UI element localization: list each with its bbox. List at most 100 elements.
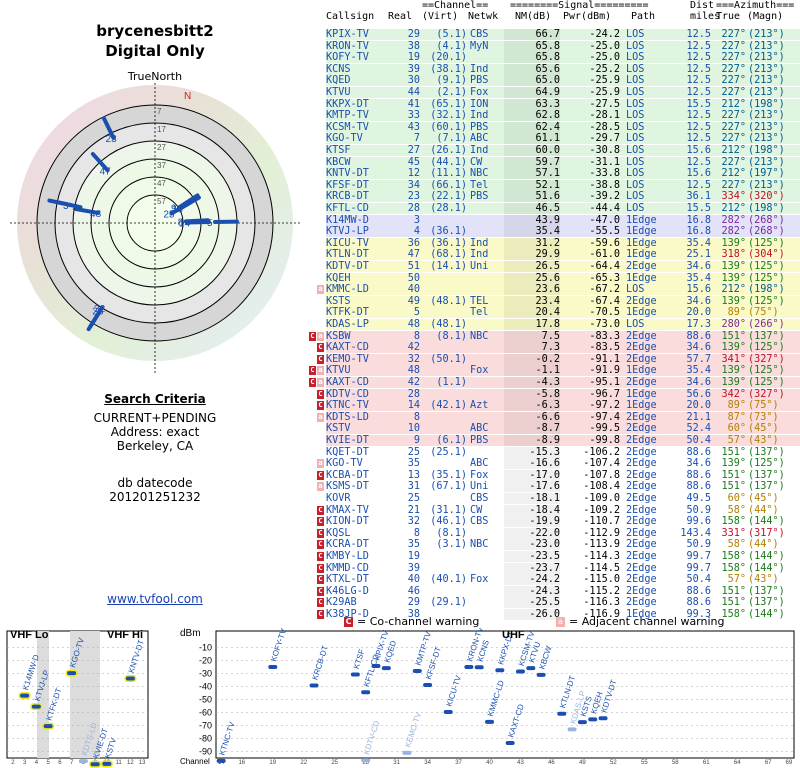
cell-path: LOS [626, 87, 645, 98]
table-row[interactable]: KDAS-LP 48 (48.1) 17.8 -73.0 LOS 17.3 280° (266°… [326, 319, 800, 330]
signal-point [505, 741, 515, 746]
table-row[interactable]: KCSM-TV 43 (60.1) PBS 62.4 -28.5 LOS 12.5 227° (2… [326, 121, 800, 133]
table-row[interactable]: KFSF-DT 34 (66.1) Tel 52.1 -38.8 LOS 12.5 227° (2… [326, 179, 800, 191]
cell-netwk: PBS [470, 121, 489, 133]
cell-callsign: K29AB [326, 597, 357, 609]
table-row[interactable]: KMAX-TV 21 (31.1) CW -18.4 -109.2 2Edge 50.9 58°… [326, 504, 800, 516]
table-row[interactable]: KVIE-DT 9 (6.1) PBS -8.9 -99.8 2Edge 50.4 57° (43… [326, 435, 800, 446]
cell-real: 9 [413, 435, 420, 446]
cell-nm: 65.8 [535, 40, 560, 52]
cell-real: 35 [407, 539, 420, 551]
table-row[interactable]: KTVU 44 (2.1) Fox 64.9 -25.9 LOS 12.5 227° (213°) [326, 87, 800, 98]
adjacent-warning-badge: a [317, 412, 324, 422]
table-row[interactable]: KRON-TV 38 (4.1) MyN 65.8 -25.0 LOS 12.5 227° (21… [326, 40, 800, 52]
cell-path: 2Edge [626, 527, 657, 539]
cell-callsign: KQED [326, 75, 351, 87]
table-row[interactable]: KKPX-DT 41 (65.1) ION 63.3 -27.5 LOS 15.5 212° (1… [326, 98, 800, 110]
table-row[interactable]: KION-DT 32 (46.1) CBS -19.9 -110.7 2Edge 99.6 15… [326, 516, 800, 528]
table-row[interactable]: KDTV-DT 51 (14.1) Uni 26.5 -64.4 2Edge 34.6 139°… [326, 261, 800, 272]
table-row[interactable]: KTFK-DT 5 Tel 20.4 -70.5 1Edge 20.0 89° (75°) [326, 307, 800, 319]
table-row[interactable]: KQET-DT 25 (25.1) -15.3 -106.2 2Edge 88.6 151°(… [326, 446, 800, 458]
signal-point [588, 717, 598, 722]
table-row[interactable]: KRCB-DT 23 (22.1) PBS 51.6 -39.2 LOS 36.1 334° (3… [326, 191, 800, 203]
table-row[interactable]: KAXT-CD 42 7.3 -83.5 2Edge 34.6 139° (125°) [326, 342, 800, 354]
table-row[interactable]: KPIX-TV 29 (5.1) CBS 66.7 -24.2 LOS 12.5 227° (21… [326, 29, 800, 40]
cell-true: 57° [727, 435, 746, 446]
table-row[interactable]: K14MW-D 3 43.9 -47.0 1Edge 16.8 282° (268°) [326, 214, 800, 226]
table-row[interactable]: KSMS-DT 31 (67.1) Uni -17.6 -108.4 2Edge 88.6 15… [326, 481, 800, 493]
cell-path: 2Edge [626, 493, 657, 504]
table-row[interactable]: KNTV-DT 12 (11.1) NBC 57.1 -33.8 LOS 15.6 212° (1… [326, 168, 800, 180]
cell-real: 5 [413, 307, 420, 319]
table-row[interactable]: KAXT-CD 42 (1.1) -4.3 -95.1 2Edge 34.6 139° (125… [326, 377, 800, 388]
table-row[interactable]: KDTV-CD 28 -5.8 -96.7 1Edge 56.6 342° (327°) [326, 388, 800, 400]
table-row[interactable]: KTVU 48 Fox -1.1 -91.9 1Edge 35.4 139° (125°) [326, 365, 800, 377]
signal-point [90, 762, 100, 767]
report-subtitle: Digital Only [105, 42, 205, 60]
cell-path: LOS [626, 63, 645, 75]
table-row[interactable]: KCBA-DT 13 (35.1) Fox -17.0 -107.8 2Edge 88.6 15… [326, 469, 800, 481]
cell-real: 8 [413, 527, 420, 539]
north-marker: N [184, 91, 191, 102]
table-row[interactable]: KTVJ-LP 4 (36.1) 35.4 -55.5 1Edge 16.8 282° (268… [326, 226, 800, 238]
cell-magn: (125°) [748, 295, 785, 307]
cell-real: 48 [407, 319, 420, 330]
cell-miles: 20.0 [686, 307, 711, 319]
table-row[interactable]: KCRA-DT 35 (3.1) NBC -23.0 -113.9 2Edge 50.9 58°… [326, 539, 800, 551]
cell-pwr: -109.2 [583, 504, 620, 516]
cell-real: 3 [413, 214, 420, 226]
adjacent-warning-badge: a [317, 482, 324, 492]
cell-miles: 88.6 [686, 469, 711, 481]
table-row[interactable]: KDTS-LD 8 -6.6 -97.4 2Edge 21.1 87° (73°) [326, 411, 800, 423]
table-row[interactable]: KSTS 49 (48.1) TEL 23.4 -67.4 2Edge 34.6 139° (12… [326, 295, 800, 307]
table-row[interactable]: KFTL-CD 28 (28.1) 46.5 -44.4 LOS 15.5 212° (198°… [326, 203, 800, 214]
table-row[interactable]: KQED 30 (9.1) PBS 65.0 -25.9 LOS 12.5 227° (213°) [326, 75, 800, 87]
criteria-line-2: Address: exact [110, 425, 200, 439]
cell-miles: 12.5 [686, 75, 711, 87]
table-row[interactable]: KCNS 39 (38.1) Ind 65.6 -25.2 LOS 12.5 227° (213°… [326, 63, 800, 75]
cell-path: 2Edge [626, 574, 657, 586]
cell-miles: 99.7 [686, 562, 711, 574]
table-row[interactable]: KGO-TV 35 ABC -16.6 -107.4 2Edge 34.6 139° (125°… [326, 458, 800, 470]
cell-netwk: MyN [470, 40, 489, 52]
cell-virt: (8.1) [436, 330, 467, 342]
table-row[interactable]: KTLN-DT 47 (68.1) Ind 29.9 -61.0 1Edge 25.1 318°… [326, 249, 800, 261]
table-row[interactable]: KBCW 45 (44.1) CW 59.7 -31.1 LOS 12.5 227° (213°) [326, 156, 800, 168]
table-row[interactable]: KMBY-LD 19 -23.5 -114.3 2Edge 99.7 158° (144°) [326, 551, 800, 562]
cell-netwk: Ind [470, 237, 489, 249]
cell-true: 227° [721, 121, 746, 133]
radar-station-bar [183, 218, 210, 224]
table-row[interactable]: KOFY-TV 19 (20.1) 65.8 -25.0 LOS 12.5 227° (213°… [326, 52, 800, 64]
cell-path: LOS [626, 203, 645, 214]
table-row[interactable]: KSTV 10 ABC -8.7 -99.5 2Edge 52.4 60° (45°) [326, 423, 800, 435]
table-row[interactable]: KQSL 8 (8.1) -22.0 -112.9 2Edge 143.4 331° (317°… [326, 527, 800, 539]
radar-ring-label: 7 [157, 107, 162, 116]
table-row[interactable]: KTSF 27 (26.1) Ind 60.0 -30.8 LOS 15.6 212° (198°… [326, 145, 800, 156]
cell-virt: (31.1) [430, 504, 467, 516]
table-row[interactable]: K29AB 29 (29.1) -25.5 -116.3 2Edge 88.6 151° (13… [326, 597, 800, 609]
table-row[interactable]: KSBW 8 (8.1) NBC 7.5 -83.3 2Edge 88.6 151° (137°) [326, 330, 800, 342]
table-row[interactable]: KICU-TV 36 (36.1) Ind 31.2 -59.6 1Edge 35.4 139°… [326, 237, 800, 249]
table-row[interactable]: KTNC-TV 14 (42.1) Azt -6.3 -97.2 1Edge 20.0 89°(… [326, 400, 800, 412]
cell-real: 14 [407, 400, 420, 412]
table-row[interactable]: KMMC-LD 40 23.6 -67.2 LOS 15.6 212° (198°) [326, 284, 800, 296]
cell-callsign: KQET-DT [326, 446, 369, 458]
table-row[interactable]: KTXL-DT 40 (40.1) Fox -24.2 -115.0 2Edge 50.4 57… [326, 574, 800, 586]
table-row[interactable]: KEMO-TV 32 (50.1) -0.2 -91.1 2Edge 57.7 341° (32… [326, 353, 800, 365]
signal-point [67, 671, 77, 676]
cell-real: 7 [413, 133, 420, 145]
cell-real: 38 [407, 40, 420, 52]
co-channel-warning-badge: C [317, 552, 324, 561]
table-row[interactable]: KQEH 50 25.6 -65.3 1Edge 35.4 139° (125°) [326, 272, 800, 284]
table-row[interactable]: K46LG-D 46 -24.3 -115.2 2Edge 88.6 151° (137°) [326, 585, 800, 597]
signal-point [567, 727, 577, 732]
cell-true: 318° [721, 249, 746, 261]
table-row[interactable]: KMTP-TV 33 (32.1) Ind 62.8 -28.1 LOS 12.5 227° (2… [326, 110, 800, 122]
cell-nm: 23.6 [535, 284, 560, 296]
table-row[interactable]: KMMD-CD 39 -23.7 -114.5 2Edge 99.7 158° (144°) [326, 562, 800, 574]
signal-point [361, 758, 371, 763]
table-row[interactable]: KOVR 25 CBS -18.1 -109.0 2Edge 49.5 60° (45°) [326, 493, 800, 504]
table-row[interactable]: KGO-TV 7 (7.1) ABC 61.1 -29.7 LOS 12.5 227° (213°… [326, 133, 800, 145]
tvfool-link[interactable]: www.tvfool.com [0, 592, 310, 606]
cell-true: 89° [727, 307, 746, 319]
